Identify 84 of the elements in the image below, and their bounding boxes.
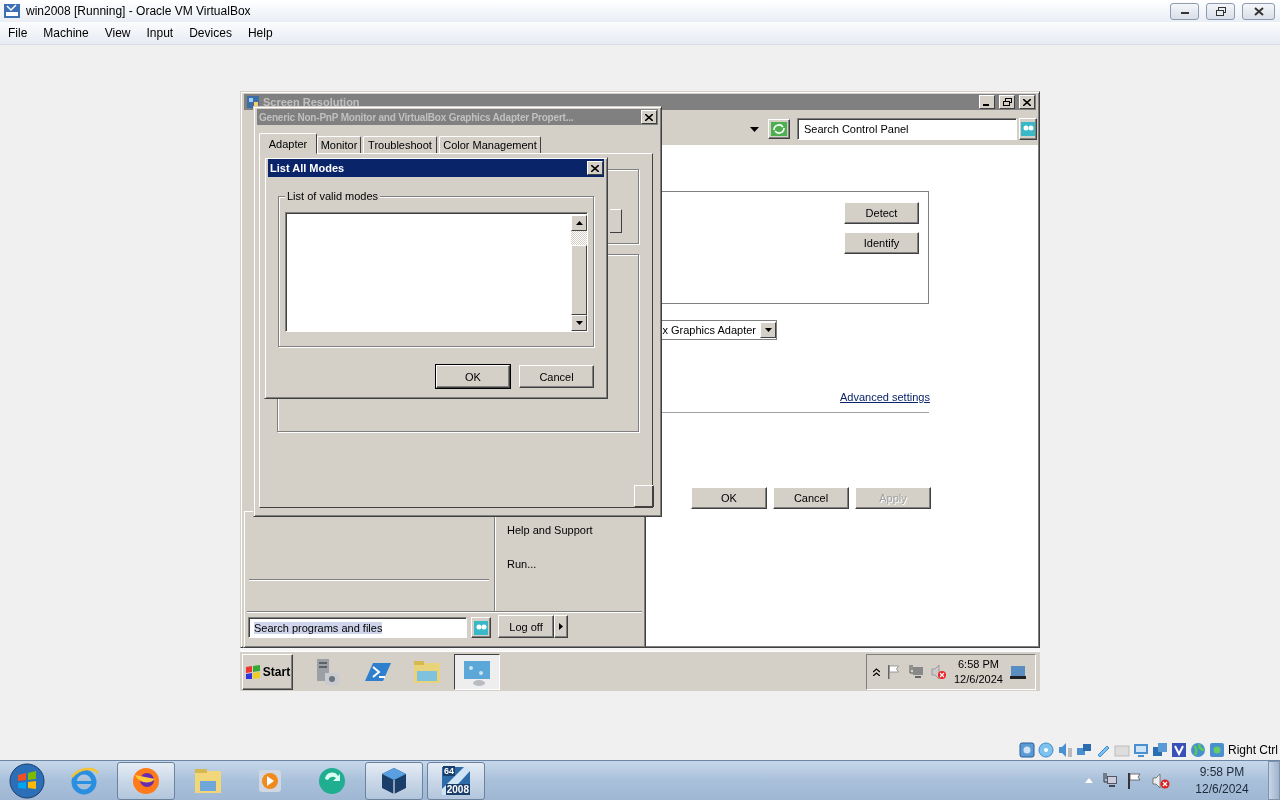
windows-flag-icon [244, 665, 261, 679]
badge-label: 64 [443, 765, 455, 776]
log-off-button[interactable]: Log off [498, 615, 554, 638]
windows-icon [1152, 742, 1168, 758]
close-icon [1253, 6, 1264, 16]
tab[interactable]: Monitor [317, 136, 361, 153]
covered-button[interactable] [634, 485, 654, 507]
scrollbar[interactable] [571, 215, 587, 331]
advanced-settings-link[interactable]: Advanced settings [840, 391, 930, 403]
disc-icon [1038, 742, 1054, 758]
refresh-icon [770, 121, 788, 137]
menu-item[interactable]: Machine [35, 26, 97, 40]
taskbar-button[interactable] [365, 761, 423, 800]
clock-time: 9:58 PM [1198, 763, 1246, 781]
chevron-up-icon [1085, 778, 1093, 783]
dialog-button[interactable]: Cancel [519, 365, 594, 388]
close-button[interactable] [1242, 2, 1275, 20]
up-arrow-icon [575, 221, 583, 225]
window-title: Screen Resolution [263, 96, 360, 108]
group-label: List of valid modes [285, 190, 381, 202]
menu-item[interactable]: Input [138, 26, 182, 40]
audio-icon [1057, 742, 1073, 758]
search-button[interactable] [1019, 118, 1037, 140]
tab[interactable]: Adapter [259, 133, 317, 154]
globe-icon [1190, 742, 1206, 758]
log-off-options-button[interactable] [554, 615, 568, 638]
close-icon [645, 113, 653, 121]
restore-icon [1002, 98, 1012, 106]
virtualbox-logo-icon [3, 3, 21, 19]
restore-button[interactable] [1206, 2, 1235, 20]
modes-list[interactable] [285, 212, 588, 332]
dialog-button[interactable]: OK [691, 487, 767, 509]
search-field[interactable]: Search Control Panel [797, 118, 1017, 140]
monitor-button[interactable]: Detect [844, 202, 919, 224]
search-icon [474, 620, 488, 635]
search-button[interactable] [471, 617, 491, 638]
close-icon [591, 164, 599, 172]
clock-date: 12/6/2024 [954, 672, 1003, 687]
speaker-muted-icon [931, 664, 947, 680]
start-button[interactable]: Start [242, 654, 293, 690]
menu-item[interactable]: Help [239, 26, 281, 40]
minimize-button[interactable] [1170, 2, 1199, 20]
window-title: win2008 [Running] - Oracle VM VirtualBox [26, 4, 251, 18]
search-field[interactable]: Search programs and files [248, 617, 467, 638]
clock-date: 12/6/2024 [1194, 780, 1250, 798]
flag-icon [887, 665, 901, 679]
down-arrow-icon [575, 321, 583, 325]
taskbar-button[interactable] [117, 761, 175, 800]
refresh-button[interactable] [768, 119, 790, 139]
desktop-icon [1009, 665, 1026, 679]
version-label: 2008 [445, 783, 470, 795]
dropdown-arrow-icon [764, 328, 772, 332]
dialog-button[interactable]: OK [436, 365, 510, 388]
search-icon [1021, 122, 1035, 136]
taskbar-button[interactable]: 64 2008 [427, 761, 485, 800]
menu-item[interactable]: View [96, 26, 139, 40]
menu-item[interactable]: Run... [507, 558, 537, 570]
windows-logo-icon [9, 762, 45, 799]
close-icon [1023, 98, 1031, 106]
dialog-button[interactable]: Cancel [773, 487, 849, 509]
window-title: Generic Non-PnP Monitor and VirtualBox Graphics Adapter Propert... [259, 111, 574, 123]
quick-launch-button[interactable] [454, 654, 500, 690]
flag-icon [1127, 772, 1143, 789]
menu-item[interactable]: File [0, 26, 36, 40]
network-icon [1102, 772, 1118, 789]
tab[interactable]: Troubleshoot [363, 136, 437, 153]
network-icon [1076, 742, 1092, 758]
menu-item[interactable]: Help and Support [507, 524, 593, 536]
dropdown-arrow-icon [750, 127, 759, 132]
monitor-button[interactable]: Identify [844, 232, 919, 254]
speaker-muted-icon [1152, 772, 1170, 789]
start-button[interactable] [7, 760, 47, 800]
clock-time: 6:58 PM [957, 657, 1000, 672]
control-panel-icon [246, 95, 260, 109]
chevron-up-icon [873, 668, 880, 676]
caret-icon [559, 623, 563, 630]
host-key-label: Right Ctrl [1228, 743, 1278, 757]
restore-icon [1215, 6, 1226, 16]
display-icon [1133, 742, 1149, 758]
tab[interactable]: Color Management [439, 136, 541, 153]
menu-item[interactable]: Devices [181, 26, 240, 40]
covered-button[interactable] [610, 209, 622, 233]
network-icon [908, 665, 924, 679]
window-title: List All Modes [270, 162, 345, 174]
